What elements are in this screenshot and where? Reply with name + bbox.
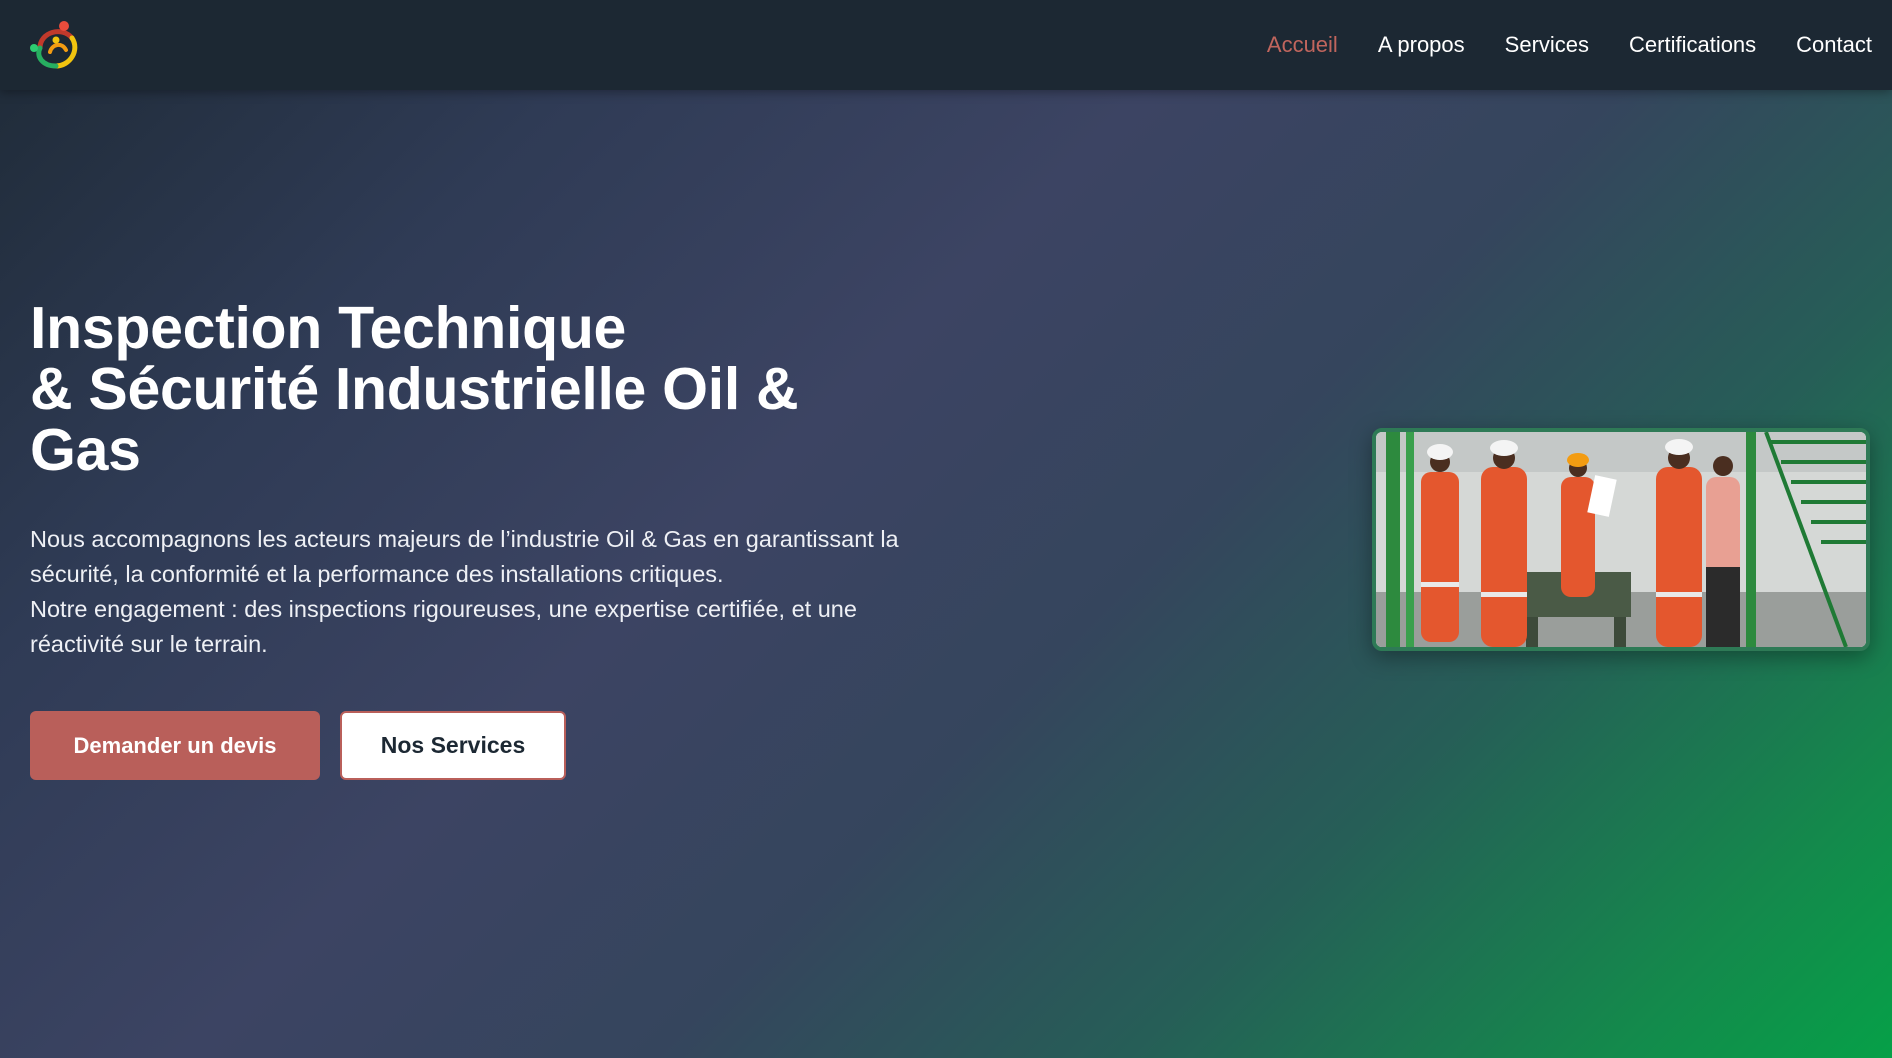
hero-title-line: & Sécurité Industrielle Oil & bbox=[30, 356, 799, 422]
hero-title-line: Inspection Technique bbox=[30, 295, 627, 361]
nav-link-a-propos[interactable]: A propos bbox=[1378, 32, 1465, 58]
hero-description-line: Notre engagement : des inspections rigou… bbox=[30, 596, 857, 622]
nav-link-services[interactable]: Services bbox=[1505, 32, 1589, 58]
hero-description-line: réactivité sur le terrain. bbox=[30, 631, 268, 657]
hero-title-line: Gas bbox=[30, 417, 141, 483]
inspection-team-photo bbox=[1372, 428, 1870, 651]
our-services-button[interactable]: Nos Services bbox=[340, 711, 566, 780]
hero-description-line: sécurité, la conformité et la performanc… bbox=[30, 561, 724, 587]
company-logo-icon[interactable] bbox=[28, 18, 86, 72]
hero-description: Nous accompagnons les acteurs majeurs de… bbox=[30, 522, 930, 662]
nav-link-certifications[interactable]: Certifications bbox=[1629, 32, 1756, 58]
request-quote-button[interactable]: Demander un devis bbox=[30, 711, 320, 780]
main-nav: Accueil A propos Services Certifications… bbox=[1267, 0, 1872, 90]
hero-description-line: Nous accompagnons les acteurs majeurs de… bbox=[30, 526, 899, 552]
hero-title: Inspection Technique & Sécurité Industri… bbox=[30, 298, 890, 481]
navbar: Accueil A propos Services Certifications… bbox=[0, 0, 1892, 90]
nav-link-contact[interactable]: Contact bbox=[1796, 32, 1872, 58]
nav-link-accueil[interactable]: Accueil bbox=[1267, 32, 1338, 58]
